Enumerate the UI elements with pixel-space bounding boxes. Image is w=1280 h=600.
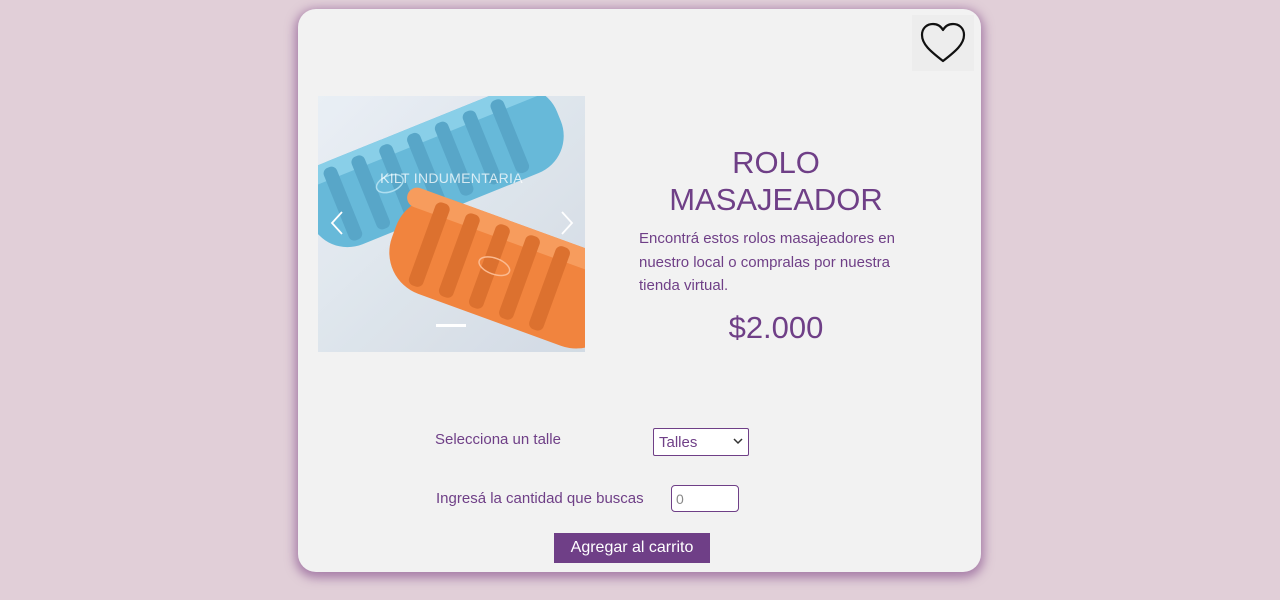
heart-outline-icon	[920, 22, 966, 63]
chevron-left-icon[interactable]	[324, 208, 352, 238]
quantity-input[interactable]	[671, 485, 739, 512]
product-title: ROLO MASAJEADOR	[669, 145, 883, 217]
add-to-cart-button[interactable]: Agregar al carrito	[554, 533, 710, 563]
product-image-carousel: KILT INDUMENTARIA	[318, 96, 585, 352]
carousel-indicator-1[interactable]	[436, 324, 466, 327]
chevron-down-icon	[733, 438, 743, 445]
size-select-value: Talles	[659, 433, 698, 451]
image-watermark: KILT INDUMENTARIA	[380, 170, 523, 186]
favorite-button[interactable]	[912, 15, 974, 71]
chevron-right-icon[interactable]	[552, 208, 580, 238]
quantity-label: Ingresá la cantidad que buscas	[436, 490, 644, 507]
size-label: Selecciona un talle	[435, 431, 561, 448]
product-price: $2.000	[728, 310, 824, 345]
size-select[interactable]: Talles	[653, 428, 749, 456]
product-photo	[318, 96, 585, 352]
product-description: Encontrá estos rolos masajeadores en nue…	[639, 230, 895, 294]
